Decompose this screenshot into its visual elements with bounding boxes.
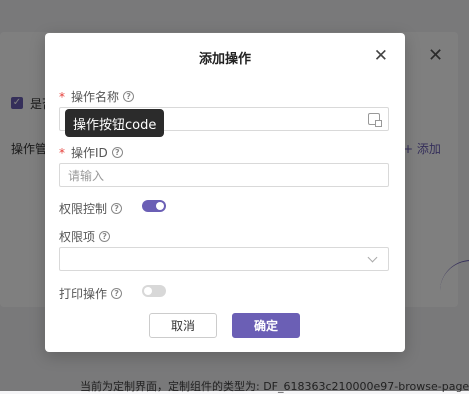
permission-control-label-row: 权限控制 ?	[59, 200, 123, 217]
help-icon[interactable]: ?	[99, 231, 111, 242]
help-icon[interactable]: ?	[111, 203, 123, 214]
translate-icon[interactable]	[368, 113, 382, 127]
add-operation-dialog: 添加操作 ✕ * 操作名称 ? * 操作ID ? 请输入 权限控制 ? 权限项 …	[45, 33, 405, 352]
required-marker: *	[59, 145, 65, 160]
print-operation-toggle[interactable]	[142, 285, 166, 297]
operation-id-placeholder: 请输入	[68, 168, 105, 183]
cancel-button[interactable]: 取消	[149, 313, 217, 338]
required-marker: *	[59, 89, 65, 104]
toggle-knob	[156, 202, 164, 210]
help-icon[interactable]: ?	[111, 288, 123, 299]
dialog-title: 添加操作	[198, 52, 251, 67]
print-operation-label-row: 打印操作 ?	[59, 285, 123, 302]
print-operation-label: 打印操作	[59, 287, 108, 301]
permission-control-label: 权限控制	[59, 202, 108, 216]
operation-id-label: 操作ID	[71, 146, 108, 160]
help-icon[interactable]: ?	[123, 91, 135, 102]
operation-name-label-row: * 操作名称 ?	[59, 88, 135, 105]
tooltip: 操作按钮code	[65, 109, 165, 137]
toggle-knob	[144, 287, 152, 295]
operation-id-input[interactable]: 请输入	[59, 163, 389, 187]
close-icon[interactable]: ✕	[374, 48, 388, 65]
help-icon[interactable]: ?	[111, 147, 123, 158]
operation-name-label: 操作名称	[71, 90, 120, 104]
operation-id-label-row: * 操作ID ?	[59, 144, 123, 161]
permission-item-label-row: 权限项 ?	[59, 228, 111, 245]
confirm-button[interactable]: 确定	[232, 313, 300, 338]
permission-item-label: 权限项	[59, 230, 96, 244]
permission-item-select[interactable]	[59, 247, 389, 271]
chevron-down-icon	[367, 252, 378, 263]
permission-control-toggle[interactable]	[142, 200, 166, 212]
